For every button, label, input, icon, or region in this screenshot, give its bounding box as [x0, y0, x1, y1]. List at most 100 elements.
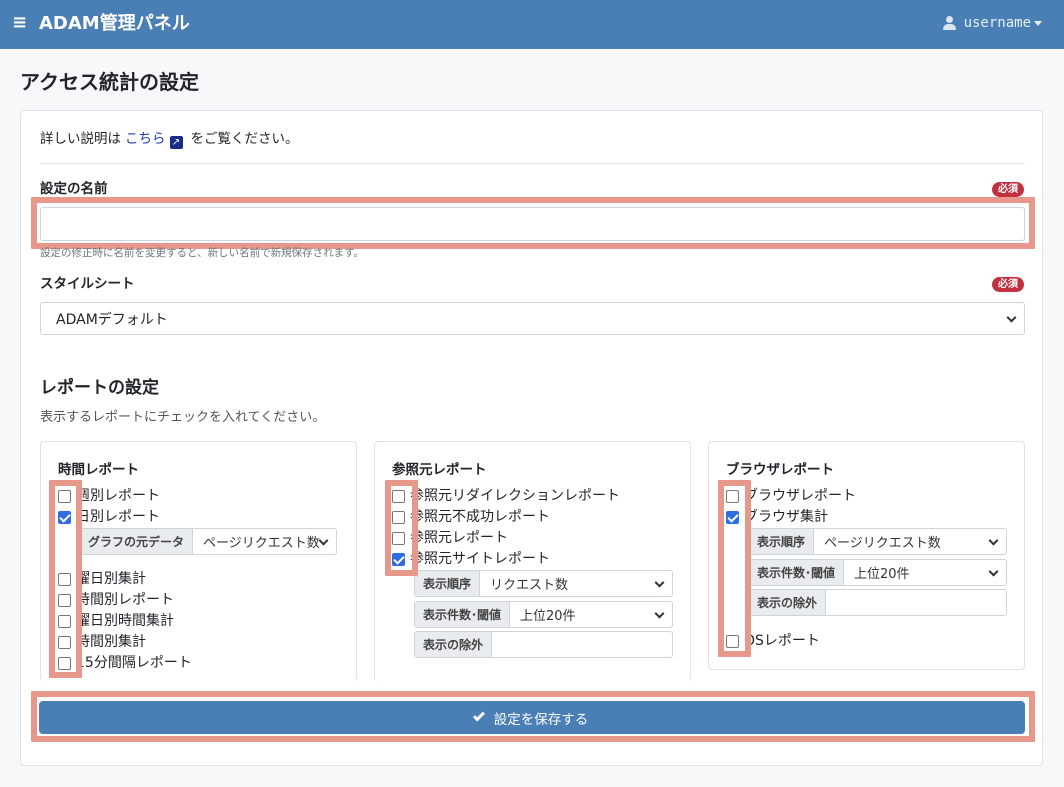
- checkbox-label: 曜日別集計: [76, 571, 146, 587]
- checkbox[interactable]: [392, 489, 405, 503]
- checkbox-label: 参照元レポート: [410, 530, 508, 546]
- checkbox[interactable]: [58, 635, 71, 649]
- checkbox-checked[interactable]: [726, 510, 739, 524]
- count-value: 上位20件: [520, 609, 576, 624]
- checkbox-label: 参照元リダイレクションレポート: [410, 488, 620, 504]
- chevron-down-icon: [654, 608, 665, 619]
- checkbox-os-report[interactable]: OSレポート: [726, 631, 820, 651]
- panel-title: 時間レポート: [58, 462, 139, 478]
- panel-browser-reports: ブラウザレポート ブラウザレポート ブラウザ集計 表示順序 ページリクエスト数 …: [708, 441, 1025, 670]
- order-select[interactable]: リクエスト数: [480, 571, 672, 596]
- checkbox-referrer-failed[interactable]: 参照元不成功レポート: [392, 507, 550, 527]
- external-link-icon[interactable]: ↗: [169, 136, 183, 149]
- checkbox-15min-report[interactable]: 15分間隔レポート: [58, 653, 192, 673]
- panel-title: ブラウザレポート: [726, 462, 834, 478]
- graph-source-select[interactable]: ページリクエスト数: [193, 529, 336, 554]
- caret-down-icon: [1034, 20, 1042, 26]
- username: username: [963, 15, 1031, 31]
- checkbox-referrer-report[interactable]: 参照元レポート: [392, 528, 508, 548]
- checkbox-browser-summary[interactable]: ブラウザ集計: [726, 507, 828, 527]
- checkbox[interactable]: [726, 489, 739, 503]
- checkbox-label: 時間別レポート: [76, 592, 174, 608]
- checkbox-weekday-summary[interactable]: 曜日別集計: [58, 569, 146, 589]
- panel-time-reports: 時間レポート 週別レポート 日別レポート グラフの元データ ページリクエスト数 …: [40, 441, 357, 681]
- name-hint: 設定の修正時に名前を変更すると、新しい名前で新規保存されます。: [40, 247, 365, 259]
- checkbox-label: 週別レポート: [76, 488, 160, 504]
- order-select[interactable]: ページリクエスト数: [814, 529, 1006, 554]
- graph-source-label: グラフの元データ: [80, 529, 194, 554]
- checkbox[interactable]: [58, 656, 71, 670]
- report-settings-title: レポートの設定: [40, 378, 159, 398]
- check-icon: [472, 709, 485, 722]
- stylesheet-select[interactable]: ADAMデフォルト: [40, 302, 1025, 335]
- app-title[interactable]: ADAM管理パネル: [39, 13, 190, 35]
- hamburger-icon[interactable]: ≡: [12, 13, 27, 33]
- checkbox-label: 曜日別時間集計: [76, 613, 174, 629]
- graph-source-value: ページリクエスト数: [203, 536, 320, 551]
- exclude-group: 表示の除外: [748, 589, 1007, 616]
- count-group: 表示件数･閾値 上位20件: [414, 601, 673, 628]
- checkbox[interactable]: [392, 531, 405, 545]
- checkbox-hourly-summary[interactable]: 時間別集計: [58, 632, 146, 652]
- name-label: 設定の名前: [40, 181, 108, 197]
- checkbox-checked[interactable]: [58, 510, 71, 524]
- checkbox[interactable]: [58, 489, 71, 503]
- checkbox-weekly-report[interactable]: 週別レポート: [58, 486, 160, 506]
- order-value: ページリクエスト数: [824, 536, 941, 551]
- checkbox-browser-report[interactable]: ブラウザレポート: [726, 486, 856, 506]
- order-value: リクエスト数: [490, 578, 569, 593]
- chevron-down-icon: [1006, 312, 1017, 323]
- chevron-down-icon: [318, 535, 329, 546]
- save-button-label: 設定を保存する: [493, 711, 589, 728]
- checkbox[interactable]: [392, 510, 405, 524]
- help-link[interactable]: こちら: [125, 131, 166, 147]
- exclude-input[interactable]: [826, 590, 1006, 615]
- checkbox[interactable]: [58, 572, 71, 586]
- checkbox[interactable]: [58, 593, 71, 607]
- order-group: 表示順序 リクエスト数: [414, 570, 673, 597]
- exclude-group: 表示の除外: [414, 631, 673, 658]
- help-prefix: 詳しい説明は: [40, 131, 121, 147]
- navbar: ≡ ADAM管理パネル username: [0, 0, 1064, 49]
- help-suffix: をご覧ください。: [190, 131, 299, 147]
- checkbox-referrer-redirection[interactable]: 参照元リダイレクションレポート: [392, 486, 620, 506]
- checkbox-checked[interactable]: [392, 552, 405, 566]
- checkbox[interactable]: [726, 634, 739, 648]
- report-settings-subtitle: 表示するレポートにチェックを入れてください。: [40, 410, 326, 425]
- count-label: 表示件数･閾値: [415, 602, 511, 627]
- settings-card: 詳しい説明は こちら ↗ をご覧ください。 設定の名前 必須 設定の修正時に名前を変更…: [20, 110, 1043, 766]
- order-label: 表示順序: [415, 571, 481, 596]
- checkbox-referrer-site[interactable]: 参照元サイトレポート: [392, 549, 550, 569]
- page-title: アクセス統計の設定: [20, 70, 199, 94]
- chevron-down-icon: [654, 577, 665, 588]
- user-icon: [942, 15, 956, 31]
- order-label: 表示順序: [749, 529, 815, 554]
- checkbox[interactable]: [58, 614, 71, 628]
- divider: [40, 163, 1025, 164]
- graph-source-group: グラフの元データ ページリクエスト数: [79, 528, 337, 555]
- panel-referrer-reports: 参照元レポート 参照元リダイレクションレポート 参照元不成功レポート 参照元レポ…: [374, 441, 691, 681]
- stylesheet-label: スタイルシート: [40, 276, 135, 292]
- chevron-down-icon: [988, 566, 999, 577]
- count-group: 表示件数･閾値 上位20件: [748, 559, 1007, 586]
- count-select[interactable]: 上位20件: [844, 560, 1006, 585]
- setting-name-input[interactable]: [40, 207, 1025, 241]
- exclude-label: 表示の除外: [415, 632, 493, 657]
- exclude-input[interactable]: [492, 632, 672, 657]
- panel-title: 参照元レポート: [392, 462, 487, 478]
- exclude-label: 表示の除外: [749, 590, 827, 615]
- user-menu[interactable]: username: [942, 15, 1042, 31]
- chevron-down-icon: [988, 535, 999, 546]
- checkbox-label: 時間別集計: [76, 634, 146, 650]
- checkbox-hourly-report[interactable]: 時間別レポート: [58, 590, 174, 610]
- count-select[interactable]: 上位20件: [510, 602, 672, 627]
- order-group: 表示順序 ページリクエスト数: [748, 528, 1007, 555]
- checkbox-label: 参照元サイトレポート: [410, 551, 550, 567]
- checkbox-label: OSレポート: [744, 633, 820, 649]
- checkbox-label: 日別レポート: [76, 509, 160, 525]
- help-text: 詳しい説明は こちら ↗ をご覧ください。: [40, 129, 299, 149]
- save-settings-button[interactable]: 設定を保存する: [39, 701, 1025, 734]
- checkbox-weekday-hourly-summary[interactable]: 曜日別時間集計: [58, 611, 174, 631]
- checkbox-daily-report[interactable]: 日別レポート: [58, 507, 160, 527]
- stylesheet-selected: ADAMデフォルト: [56, 311, 168, 328]
